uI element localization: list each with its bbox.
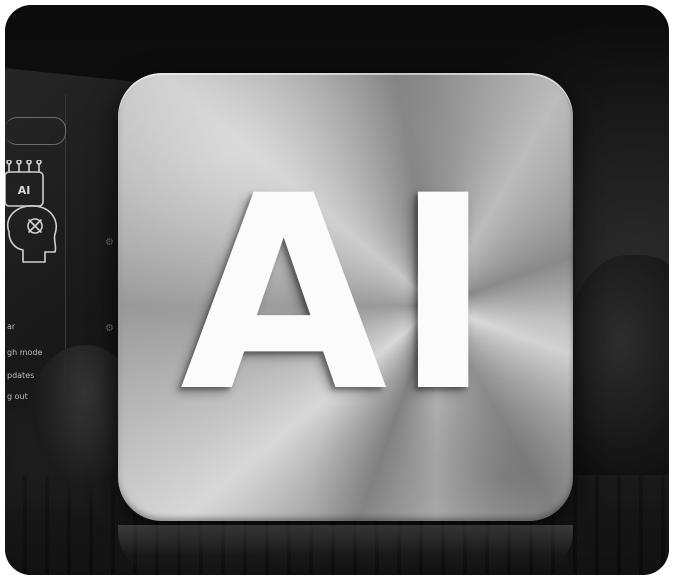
background-label: pdates (7, 371, 35, 380)
image-frame: AI ⚙ ⚙ ar gh mode pdates g out AI (5, 5, 669, 575)
ai-logo-text: AI (179, 139, 500, 451)
background-label: ar (7, 322, 16, 331)
hand-silhouette-right (565, 255, 669, 475)
gear-icon: ⚙ (105, 237, 114, 248)
tile-reflection (118, 525, 573, 575)
background-label: gh mode (7, 348, 43, 357)
svg-text:AI: AI (18, 184, 31, 197)
background-label: g out (7, 392, 28, 401)
ai-head-icon: AI (5, 160, 57, 263)
gear-icon: ⚙ (105, 323, 114, 334)
search-bar (5, 117, 66, 145)
ai-app-icon-tile: AI (118, 73, 573, 521)
